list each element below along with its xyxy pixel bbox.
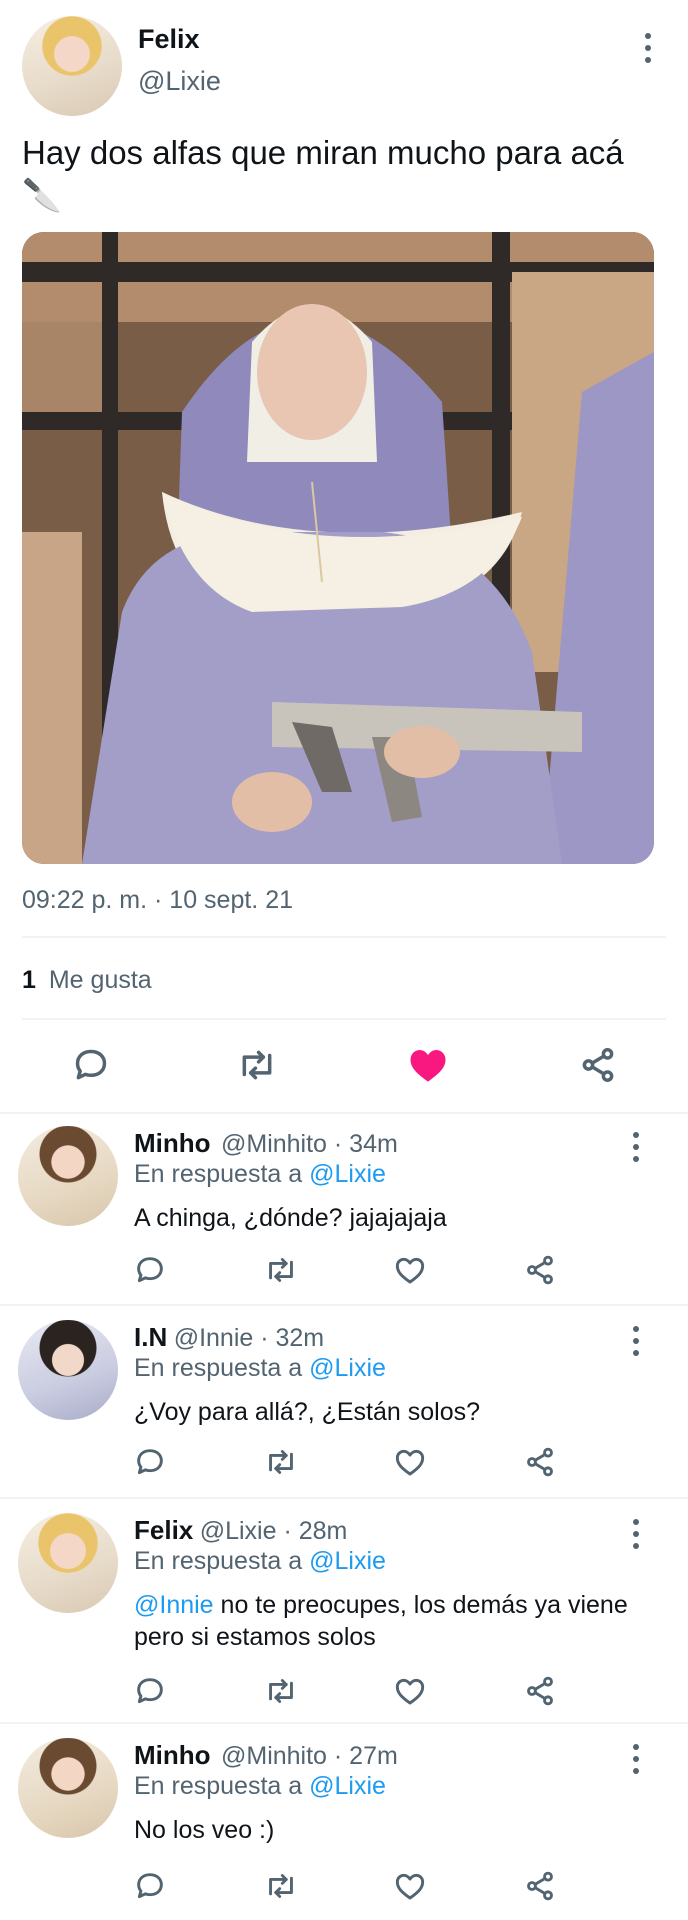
likes-count: 1: [22, 966, 36, 994]
reply-context-prefix: En respuesta a: [134, 1354, 310, 1382]
reply-icon[interactable]: [134, 1870, 166, 1902]
divider: [22, 1018, 666, 1020]
reply-icon[interactable]: [72, 1046, 110, 1084]
tweet-text-body: Hay dos alfas que miran mucho para acá: [22, 134, 624, 171]
reply-meta: @Innie · 32m: [173, 1324, 325, 1352]
retweet-icon[interactable]: [264, 1870, 298, 1902]
reply-context-handle[interactable]: @Lixie: [309, 1772, 386, 1800]
reply-icon[interactable]: [134, 1446, 166, 1478]
reply-context-prefix: En respuesta a: [134, 1547, 310, 1575]
reply-text: No los veo :): [134, 1816, 275, 1844]
likes-label: Me gusta: [48, 966, 152, 994]
reply-context-prefix: En respuesta a: [134, 1160, 310, 1188]
reply-context: En respuesta a @Lixie: [134, 1547, 386, 1576]
retweet-icon[interactable]: [264, 1675, 298, 1707]
reply-context-handle[interactable]: @Lixie: [309, 1354, 386, 1382]
reply-author-name[interactable]: Minho: [134, 1128, 211, 1158]
reply-icon[interactable]: [134, 1675, 166, 1707]
nun-photo-illustration: [22, 232, 654, 864]
share-icon[interactable]: [524, 1446, 556, 1478]
reply-author-name[interactable]: Felix: [134, 1515, 193, 1545]
author-name[interactable]: Felix: [138, 24, 200, 55]
tweet-image[interactable]: [22, 232, 654, 864]
share-icon[interactable]: [524, 1870, 556, 1902]
tweet-timestamp[interactable]: 09:22 p. m. · 10 sept. 21: [22, 886, 293, 915]
reply-meta: @Minhito · 34m: [220, 1130, 398, 1158]
more-options-icon[interactable]: [632, 1326, 640, 1356]
reply-text: ¿Voy para allá?, ¿Están solos?: [134, 1398, 481, 1426]
reply-context-handle[interactable]: @Lixie: [309, 1160, 386, 1188]
reply-item[interactable]: Felix @Lixie · 28m En respuesta a @Lixie…: [0, 1499, 688, 1721]
like-icon[interactable]: [394, 1446, 426, 1478]
reply-text: @Innie no te preocupes, los demás ya vie…: [134, 1589, 634, 1653]
tweet-text: Hay dos alfas que miran mucho para acá 🔪: [22, 132, 662, 216]
more-options-icon[interactable]: [632, 1132, 640, 1162]
likes-summary[interactable]: 1 Me gusta: [22, 966, 152, 995]
retweet-icon[interactable]: [264, 1446, 298, 1478]
reply-mention[interactable]: @Innie: [134, 1591, 214, 1619]
reply-meta: @Lixie · 28m: [199, 1517, 348, 1545]
reply-icon[interactable]: [134, 1254, 166, 1286]
divider: [22, 936, 666, 938]
retweet-icon[interactable]: [236, 1046, 278, 1084]
reply-avatar[interactable]: [18, 1738, 118, 1838]
reply-context: En respuesta a @Lixie: [134, 1160, 386, 1189]
share-icon[interactable]: [524, 1254, 556, 1286]
reply-context: En respuesta a @Lixie: [134, 1354, 386, 1383]
like-icon[interactable]: [394, 1675, 426, 1707]
reply-context: En respuesta a @Lixie: [134, 1772, 386, 1801]
author-avatar[interactable]: [22, 16, 122, 116]
reply-item[interactable]: I.N @Innie · 32m En respuesta a @Lixie ¿…: [0, 1306, 688, 1496]
reply-item[interactable]: Minho @Minhito · 27m En respuesta a @Lix…: [0, 1724, 688, 1920]
reply-context-handle[interactable]: @Lixie: [309, 1547, 386, 1575]
liked-heart-icon[interactable]: [408, 1046, 448, 1084]
reply-text: A chinga, ¿dónde? jajajajaja: [134, 1204, 447, 1232]
retweet-icon[interactable]: [264, 1254, 298, 1286]
like-icon[interactable]: [394, 1254, 426, 1286]
author-handle[interactable]: @Lixie: [138, 66, 221, 97]
reply-avatar[interactable]: [18, 1126, 118, 1226]
more-options-icon[interactable]: [632, 1519, 640, 1549]
main-action-bar: [0, 1040, 688, 1090]
share-icon[interactable]: [578, 1046, 618, 1084]
more-options-icon[interactable]: [644, 33, 652, 63]
knife-emoji: 🔪: [22, 177, 62, 213]
reply-avatar[interactable]: [18, 1513, 118, 1613]
reply-meta: @Minhito · 27m: [220, 1742, 398, 1770]
reply-avatar[interactable]: [18, 1320, 118, 1420]
reply-item[interactable]: Minho @Minhito · 34m En respuesta a @Lix…: [0, 1114, 688, 1304]
share-icon[interactable]: [524, 1675, 556, 1707]
more-options-icon[interactable]: [632, 1744, 640, 1774]
reply-author-name[interactable]: Minho: [134, 1740, 211, 1770]
reply-author-name[interactable]: I.N: [134, 1322, 167, 1352]
reply-context-prefix: En respuesta a: [134, 1772, 310, 1800]
like-icon[interactable]: [394, 1870, 426, 1902]
